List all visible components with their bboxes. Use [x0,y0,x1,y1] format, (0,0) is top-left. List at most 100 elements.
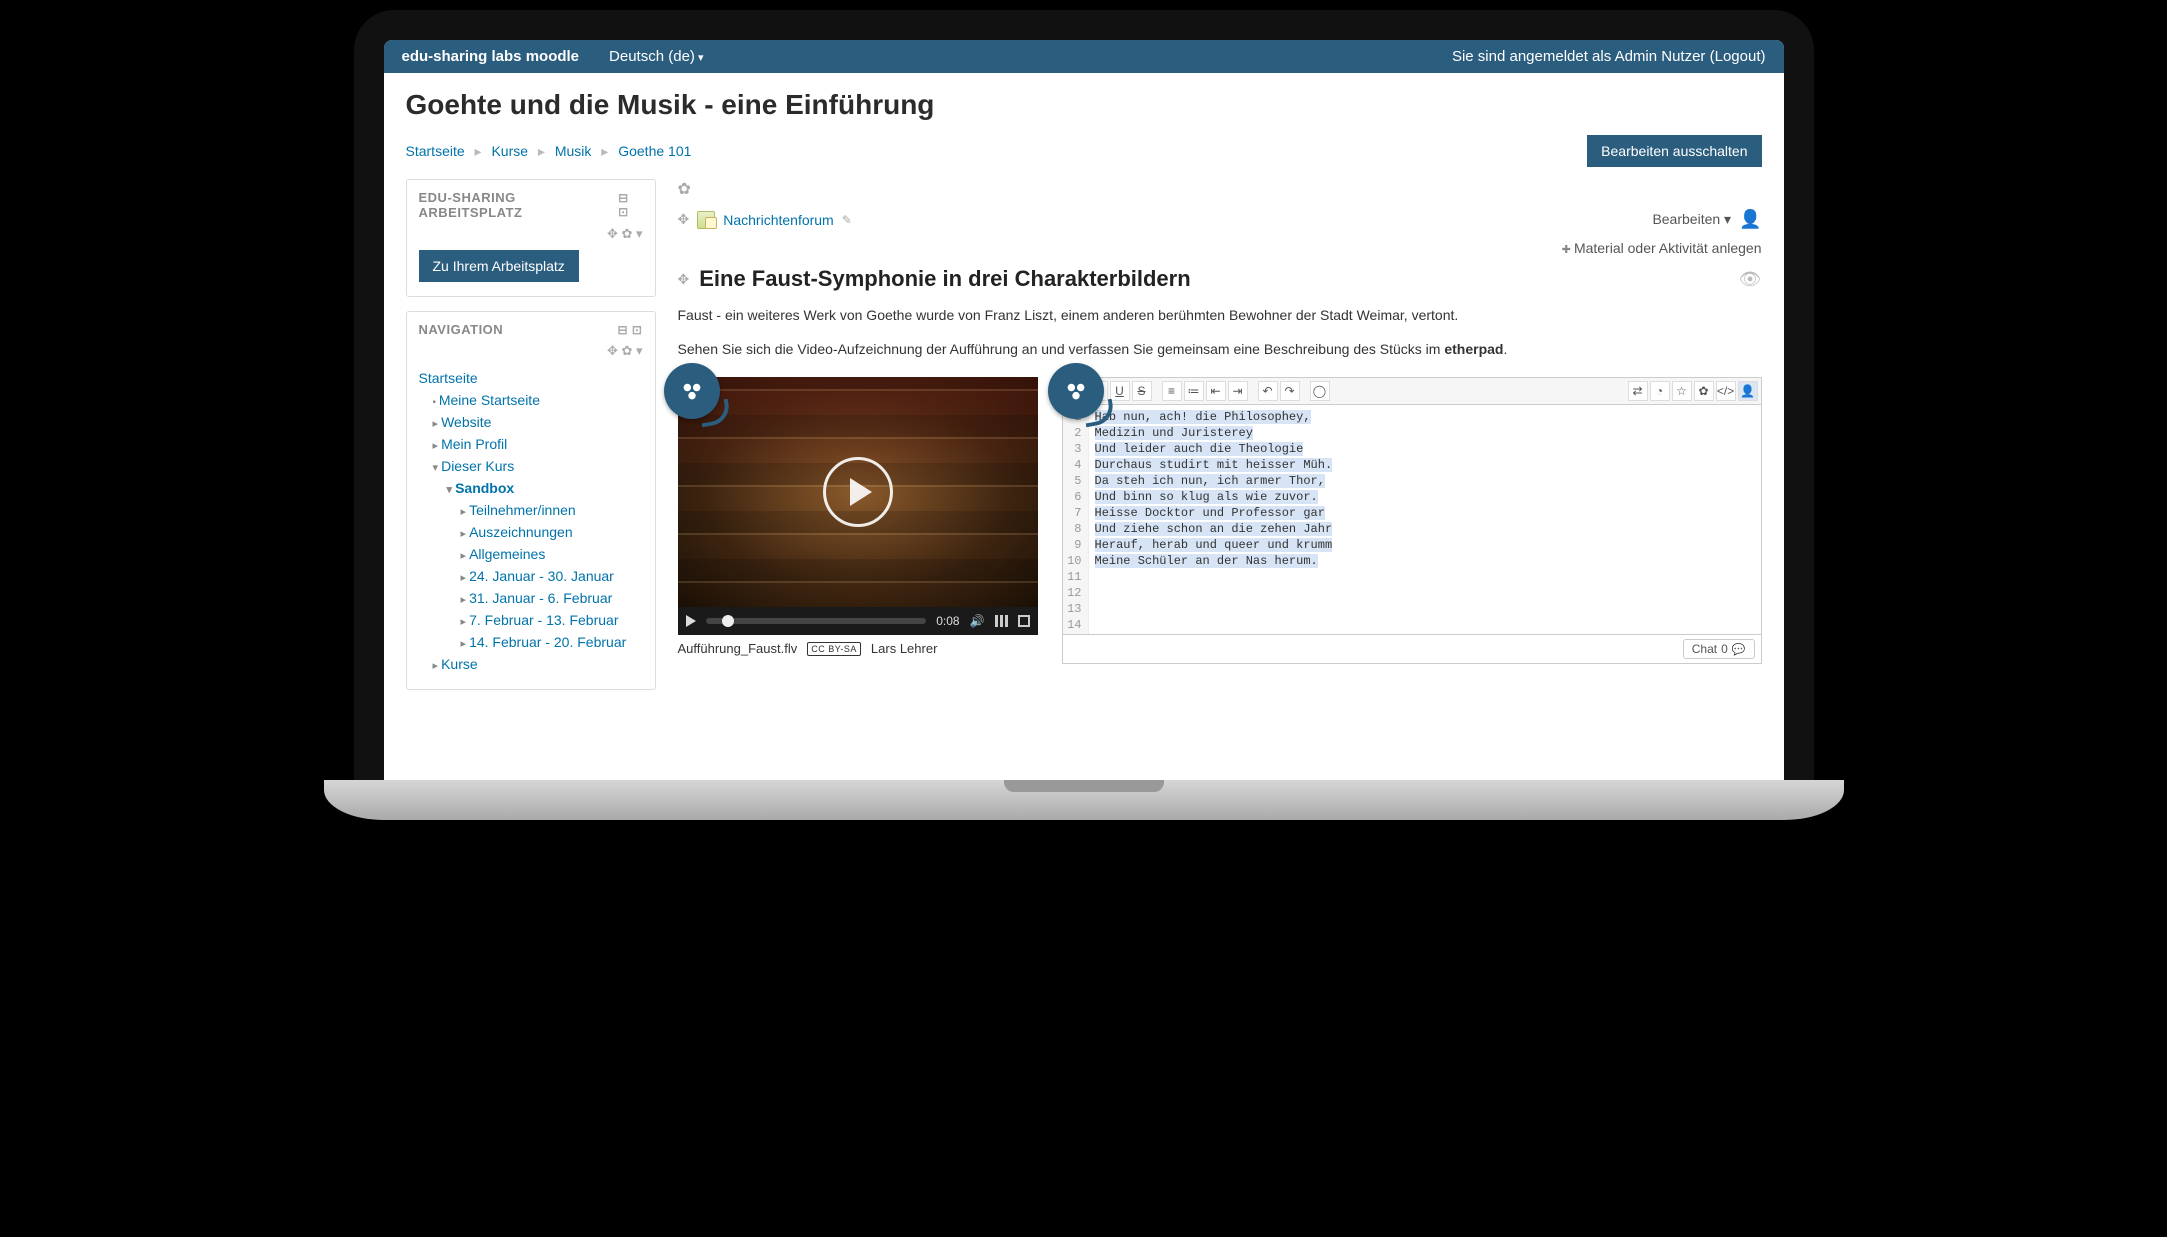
toolbar-ul[interactable]: ≔ [1184,381,1204,401]
video-controls: 0:08 [678,607,1038,635]
nav-item[interactable]: Website [419,411,643,433]
forum-link[interactable]: Nachrichtenforum [723,212,834,228]
nav-item[interactable]: Teilnehmer/innen [419,499,643,521]
etherpad-editor: B I U S ≡ ≔ ⇤ ⇥ ↶ ↷ [1062,377,1762,664]
crumb-0[interactable]: Startseite [406,143,465,159]
edit-dropdown[interactable]: Bearbeiten ▾ [1652,211,1731,228]
video-author: Lars Lehrer [871,641,937,656]
nav-tree: Startseite Meine Startseite Website Mein Pr… [419,367,643,675]
crumb-2[interactable]: Musik [555,143,592,159]
toolbar-embed[interactable]: </> [1716,381,1736,401]
toolbar-star[interactable]: ☆ [1672,381,1692,401]
nav-item[interactable]: Allgemeines [419,543,643,565]
toolbar-timeslider[interactable]: ◔ [1650,381,1670,401]
toolbar-indent[interactable]: ⇥ [1228,381,1248,401]
nav-item[interactable]: 14. Februar - 20. Februar [419,631,643,653]
nav-item[interactable]: 7. Februar - 13. Februar [419,609,643,631]
chat-count: 0 [1721,642,1728,656]
nav-link[interactable]: Kurse [441,656,478,672]
block-navigation-title: NAVIGATION [419,322,504,337]
video-player[interactable] [678,377,1038,607]
fullscreen-icon[interactable] [1018,615,1030,627]
forum-icon [697,211,715,229]
nav-item[interactable]: Meine Startseite [419,389,643,411]
nav-link[interactable]: Dieser Kurs [441,458,514,474]
nav-link[interactable]: Website [441,414,491,430]
crumb-3[interactable]: Goethe 101 [618,143,691,159]
nav-item[interactable]: Mein Profil [419,433,643,455]
nav-link[interactable]: Startseite [419,370,478,386]
rename-icon[interactable]: ✎ [842,213,852,227]
seek-slider[interactable] [706,618,927,624]
video-time: 0:08 [936,614,959,628]
toolbar-settings[interactable]: ✿ [1694,381,1714,401]
nav-link[interactable]: Auszeichnungen [469,524,573,540]
breadcrumb: Startseite ▸ Kurse ▸ Musik ▸ Goethe 101 [406,143,692,160]
crumb-1[interactable]: Kurse [491,143,528,159]
user-link[interactable]: Admin Nutzer [1615,48,1706,65]
group-icon[interactable]: 👤 [1739,209,1761,230]
toolbar-undo[interactable]: ↶ [1258,381,1278,401]
editor-toolbar: B I U S ≡ ≔ ⇤ ⇥ ↶ ↷ [1062,377,1762,405]
nav-link[interactable]: Mein Profil [441,436,507,452]
page-title: Goehte und die Musik - eine Einführung [406,89,1762,121]
toolbar-strike[interactable]: S [1132,381,1152,401]
block-workspace: EDU-SHARING ARBEITSPLATZ ⊟ ⊡ ✥ ✿ ▾ Zu Ih… [406,179,656,297]
block-move-icon[interactable]: ✥ [607,226,618,241]
nav-link[interactable]: Sandbox [455,480,514,496]
add-activity-link[interactable]: Material oder Aktivität anlegen [678,240,1762,256]
block-dock-icon[interactable]: ⊟ ⊡ [618,323,643,337]
toolbar-users[interactable]: 👤 [1738,381,1758,401]
nav-link[interactable]: 31. Januar - 6. Februar [469,590,612,606]
toolbar-import-export[interactable]: ⇄ [1628,381,1648,401]
toggle-editing-button[interactable]: Bearbeiten ausschalten [1587,135,1761,167]
editor-text[interactable]: Hab nun, ach! die Philosophey,Medizin un… [1089,405,1339,634]
toolbar-clear[interactable]: ◯ [1310,381,1330,401]
editor-body[interactable]: 123456789101112131415 Hab nun, ach! die … [1062,405,1762,635]
section-move-icon[interactable]: ✥ [678,271,690,288]
login-status: Sie sind angemeldet als Admin Nutzer (Lo… [1452,48,1766,65]
edu-sharing-badge-icon [1048,363,1104,419]
intro-para-1: Faust - ein weiteres Werk von Goethe wur… [678,306,1762,326]
volume-icon[interactable] [970,614,985,628]
block-workspace-title: EDU-SHARING ARBEITSPLATZ [419,190,619,220]
nav-item[interactable]: Kurse [419,653,643,675]
edu-sharing-badge-icon [664,363,720,419]
nav-item[interactable]: 24. Januar - 30. Januar [419,565,643,587]
language-dropdown[interactable]: Deutsch (de) [609,48,703,65]
visibility-icon[interactable]: 👁 [1739,269,1762,290]
license-badge: CC BY-SA [807,642,861,656]
block-dock-icon[interactable]: ⊟ ⊡ [618,191,642,219]
nav-link[interactable]: Allgemeines [469,546,545,562]
intro-para-2: Sehen Sie sich die Video-Aufzeichnung de… [678,340,1762,360]
video-options-icon[interactable] [995,615,1008,627]
nav-item[interactable]: Startseite [419,367,643,389]
nav-item[interactable]: Auszeichnungen [419,521,643,543]
goto-workspace-button[interactable]: Zu Ihrem Arbeitsplatz [419,250,579,282]
toolbar-underline[interactable]: U [1110,381,1130,401]
nav-link[interactable]: Teilnehmer/innen [469,502,576,518]
nav-link[interactable]: 14. Februar - 20. Februar [469,634,626,650]
nav-item[interactable]: Dieser Kurs [419,455,643,477]
nav-link[interactable]: 24. Januar - 30. Januar [469,568,614,584]
chat-button[interactable]: Chat 0 [1683,639,1755,659]
section-gear-icon[interactable]: ✿ [678,181,691,198]
block-settings-icon[interactable]: ✿ ▾ [621,226,642,241]
nav-item[interactable]: 31. Januar - 6. Februar [419,587,643,609]
toolbar-outdent[interactable]: ⇤ [1206,381,1226,401]
logout-link[interactable]: Logout [1715,48,1761,65]
play-button[interactable] [686,615,696,627]
nav-link[interactable]: Meine Startseite [439,392,540,408]
video-embed: 0:08 Aufführung_Faust.flv CC BY-SA Lars … [678,377,1038,664]
block-settings-icon[interactable]: ✿ ▾ [621,343,642,358]
nav-item[interactable]: Sandbox [419,477,643,499]
move-icon[interactable]: ✥ [678,211,690,228]
toolbar-ol[interactable]: ≡ [1162,381,1182,401]
play-overlay-icon[interactable] [823,457,893,527]
brand[interactable]: edu-sharing labs moodle [402,48,580,65]
block-navigation: NAVIGATION ⊟ ⊡ ✥ ✿ ▾ Startseite Meine Sta… [406,311,656,690]
block-move-icon[interactable]: ✥ [607,343,618,358]
top-nav: edu-sharing labs moodle Deutsch (de) Sie… [384,40,1784,73]
toolbar-redo[interactable]: ↷ [1280,381,1300,401]
nav-link[interactable]: 7. Februar - 13. Februar [469,612,618,628]
